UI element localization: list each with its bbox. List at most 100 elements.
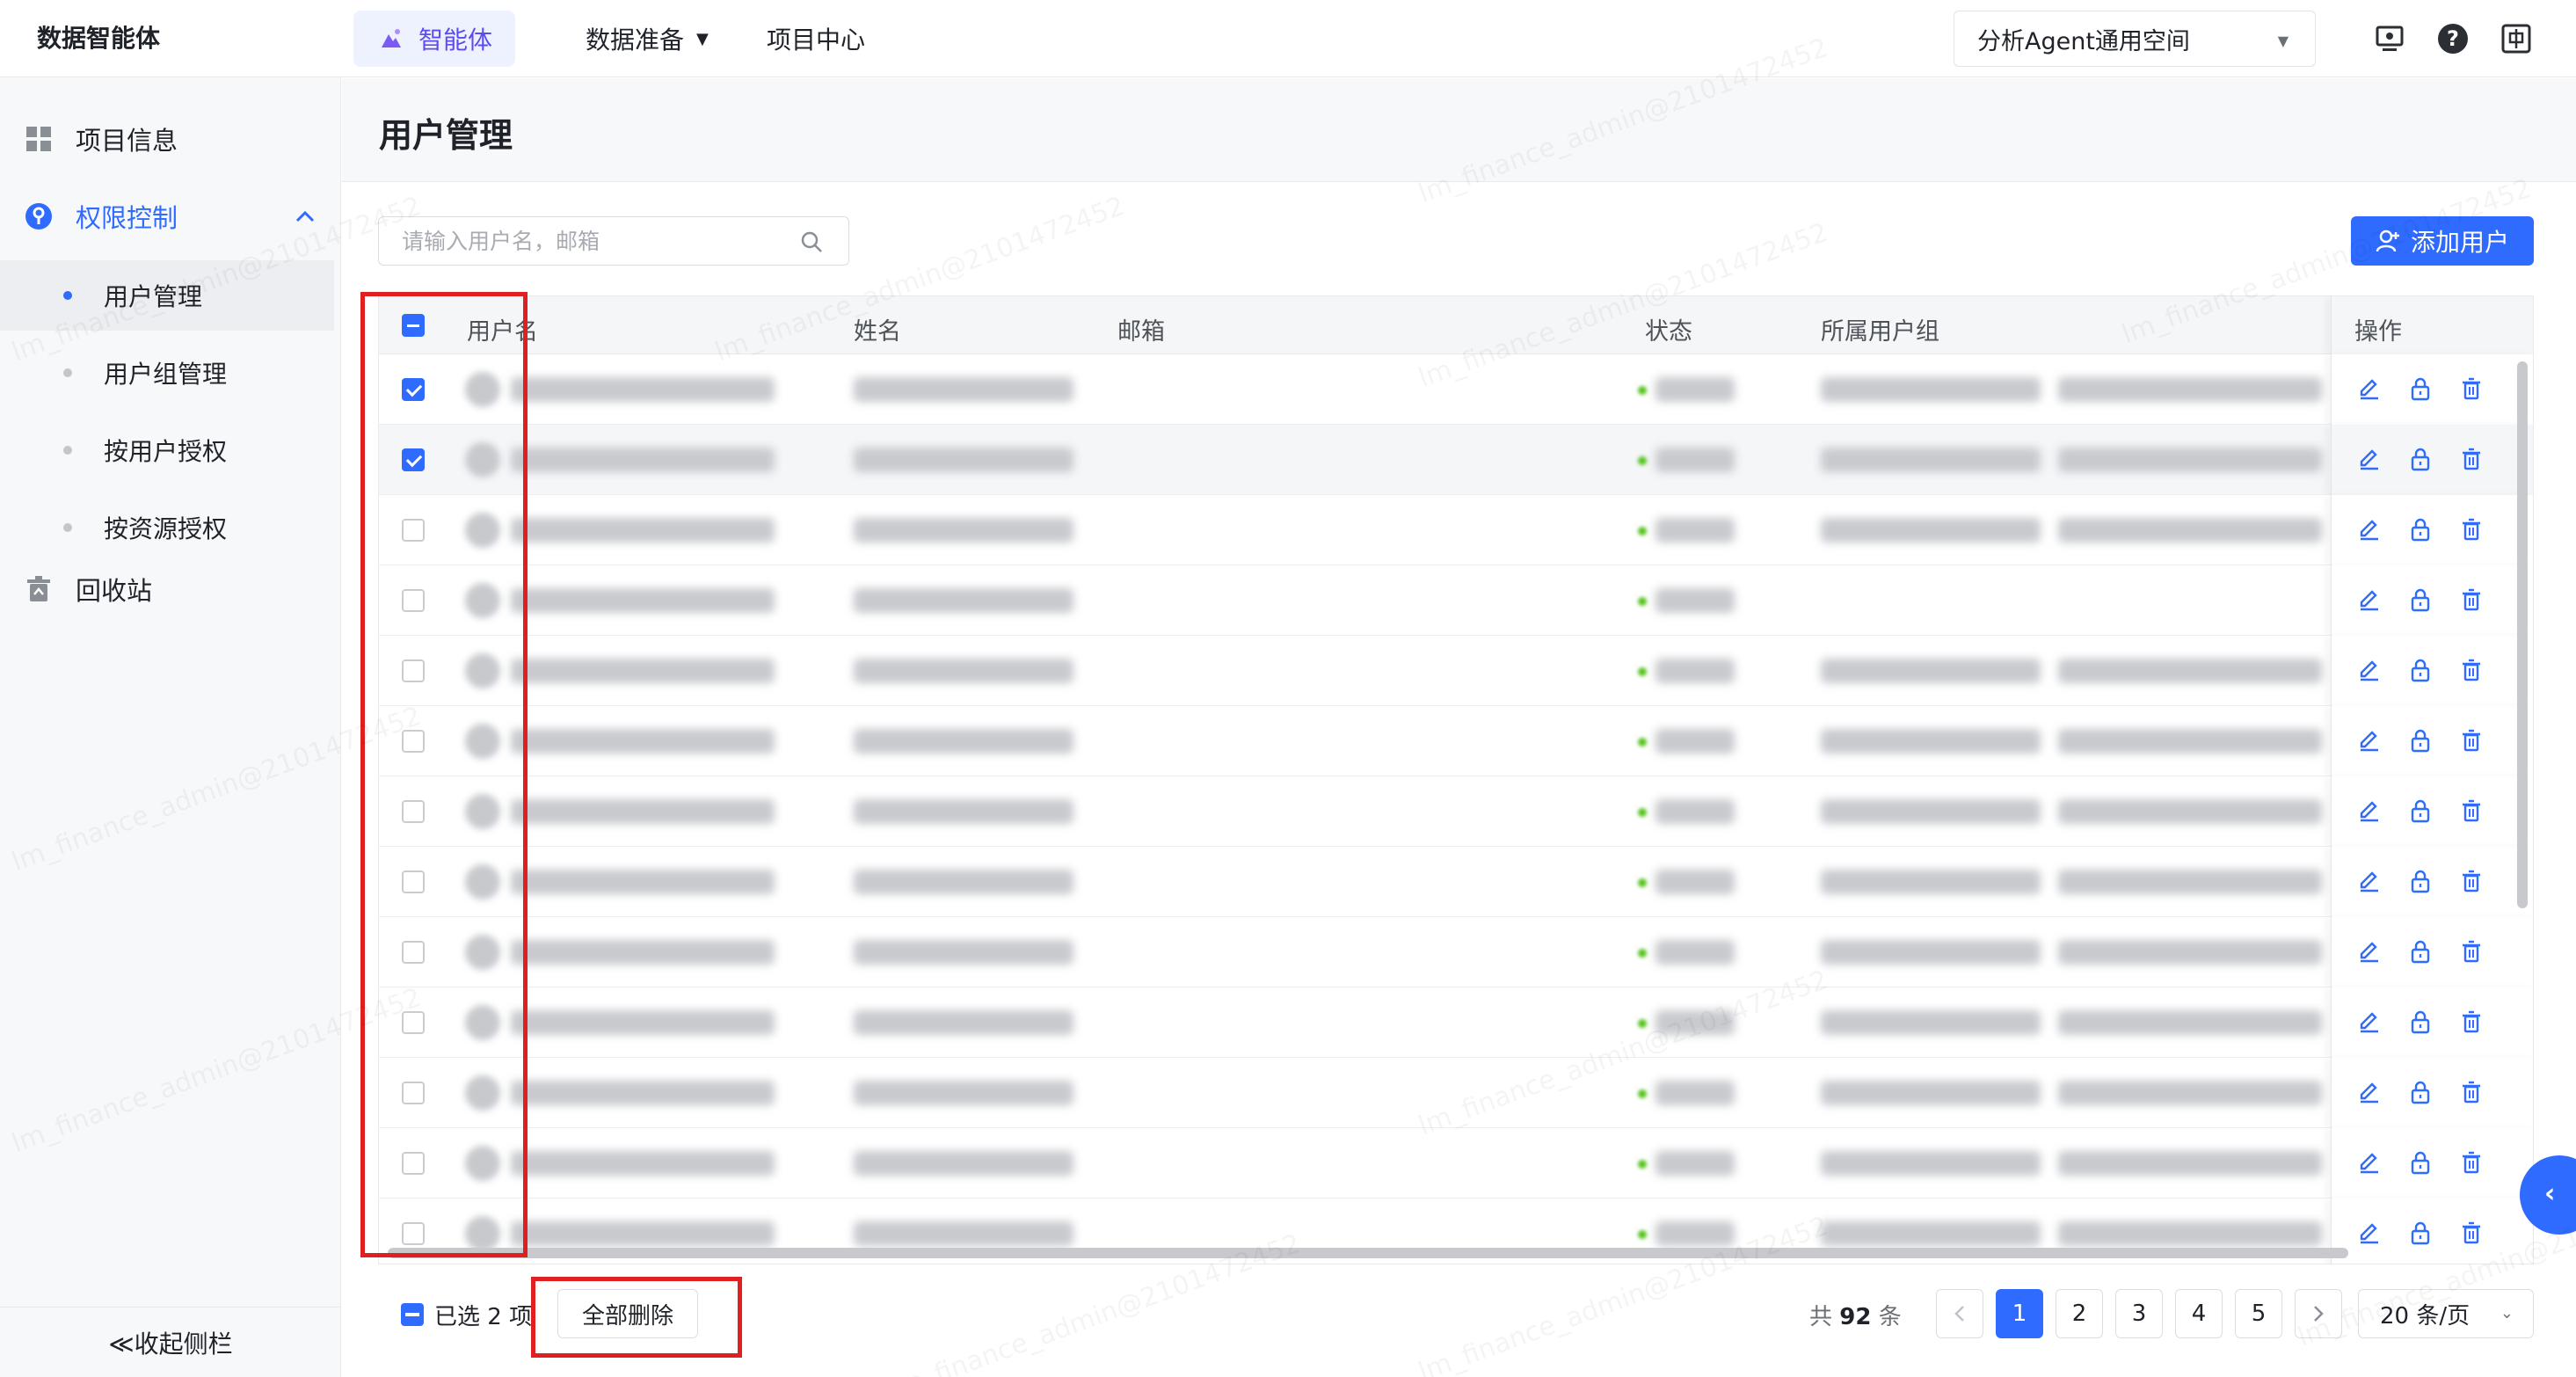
select-all-checkbox[interactable] <box>402 314 425 337</box>
delete-icon[interactable] <box>2458 1079 2485 1105</box>
lock-icon[interactable] <box>2407 798 2434 824</box>
row-checkbox[interactable] <box>402 659 425 682</box>
delete-icon[interactable] <box>2458 586 2485 613</box>
nav-data-prep[interactable]: 数据准备 ▼ <box>586 11 709 67</box>
delete-icon[interactable] <box>2458 375 2485 402</box>
sidebar-item-grant-by-user[interactable]: 按用户授权 <box>0 415 334 485</box>
table-row[interactable] <box>379 847 2533 917</box>
row-checkbox[interactable] <box>402 1152 425 1175</box>
table-row[interactable] <box>379 1128 2533 1198</box>
edit-icon[interactable] <box>2356 938 2383 965</box>
edit-icon[interactable] <box>2356 727 2383 754</box>
search-input[interactable] <box>379 217 792 265</box>
table-row[interactable] <box>379 636 2533 706</box>
row-checkbox[interactable] <box>402 800 425 823</box>
sidebar-item-project-info[interactable]: 项目信息 <box>0 107 341 171</box>
edit-icon[interactable] <box>2356 586 2383 613</box>
row-checkbox[interactable] <box>402 519 425 542</box>
delete-icon[interactable] <box>2458 798 2485 824</box>
help-icon[interactable]: ? <box>2435 21 2470 56</box>
vertical-scrollbar[interactable] <box>2517 361 2528 908</box>
table-row[interactable] <box>379 1058 2533 1128</box>
edit-icon[interactable] <box>2356 1149 2383 1176</box>
lock-icon[interactable] <box>2407 375 2434 402</box>
blurred-group <box>1821 1010 2041 1035</box>
table-row[interactable] <box>379 987 2533 1058</box>
edit-icon[interactable] <box>2356 868 2383 894</box>
table-row[interactable] <box>379 565 2533 636</box>
delete-icon[interactable] <box>2458 938 2485 965</box>
lock-icon[interactable] <box>2407 1079 2434 1105</box>
workspace-select[interactable]: 分析Agent通用空间 ▼ <box>1954 11 2316 67</box>
page-button-5[interactable]: 5 <box>2235 1289 2282 1338</box>
sidebar-item-recycle-bin[interactable]: 回收站 <box>0 557 341 621</box>
lock-icon[interactable] <box>2407 727 2434 754</box>
edit-icon[interactable] <box>2356 516 2383 543</box>
status-dot <box>1638 738 1647 747</box>
edit-icon[interactable] <box>2356 1009 2383 1035</box>
delete-icon[interactable] <box>2458 1149 2485 1176</box>
page-button-1[interactable]: 1 <box>1996 1289 2043 1338</box>
delete-icon[interactable] <box>2458 446 2485 472</box>
nav-agent[interactable]: 智能体 <box>353 11 515 67</box>
page-button-4[interactable]: 4 <box>2175 1289 2223 1338</box>
delete-icon[interactable] <box>2458 868 2485 894</box>
blurred-group <box>2058 659 2322 683</box>
row-checkbox[interactable] <box>402 589 425 612</box>
delete-icon[interactable] <box>2458 727 2485 754</box>
add-user-button[interactable]: 添加用户 <box>2351 216 2534 266</box>
lock-icon[interactable] <box>2407 586 2434 613</box>
row-checkbox[interactable] <box>402 1222 425 1245</box>
sidebar-item-permission[interactable]: 权限控制 <box>0 185 341 248</box>
delete-icon[interactable] <box>2458 516 2485 543</box>
next-page-button[interactable] <box>2295 1289 2342 1338</box>
sidebar-item-group-management[interactable]: 用户组管理 <box>0 338 334 408</box>
edit-icon[interactable] <box>2356 657 2383 683</box>
lock-icon[interactable] <box>2407 657 2434 683</box>
row-checkbox[interactable] <box>402 730 425 753</box>
row-checkbox[interactable] <box>402 378 425 401</box>
row-checkbox[interactable] <box>402 1082 425 1104</box>
edit-icon[interactable] <box>2356 375 2383 402</box>
table-row[interactable] <box>379 495 2533 565</box>
lock-icon[interactable] <box>2407 938 2434 965</box>
sidebar-item-grant-by-resource[interactable]: 按资源授权 <box>0 492 334 563</box>
table-row[interactable] <box>379 706 2533 776</box>
avatar <box>465 1005 500 1040</box>
horizontal-scrollbar[interactable] <box>388 1248 2348 1258</box>
lock-icon[interactable] <box>2407 1220 2434 1246</box>
edit-icon[interactable] <box>2356 446 2383 472</box>
language-icon[interactable] <box>2499 21 2534 56</box>
blurred-name <box>854 940 1073 965</box>
delete-icon[interactable] <box>2458 657 2485 683</box>
delete-icon[interactable] <box>2458 1009 2485 1035</box>
sidebar-item-user-management[interactable]: 用户管理 <box>0 260 334 331</box>
prev-page-button[interactable] <box>1936 1289 1983 1338</box>
row-checkbox[interactable] <box>402 941 425 964</box>
footer-select-checkbox[interactable] <box>401 1303 424 1326</box>
edit-icon[interactable] <box>2356 1220 2383 1246</box>
page-size-select[interactable]: 20 条/页 ⌄ <box>2358 1289 2534 1338</box>
table-row[interactable] <box>379 425 2533 495</box>
screen-icon[interactable] <box>2372 21 2407 56</box>
delete-all-button[interactable]: 全部删除 <box>557 1289 698 1338</box>
page-button-3[interactable]: 3 <box>2115 1289 2163 1338</box>
nav-project-center[interactable]: 项目中心 <box>767 11 865 67</box>
lock-icon[interactable] <box>2407 1149 2434 1176</box>
table-row[interactable] <box>379 776 2533 847</box>
page-button-2[interactable]: 2 <box>2056 1289 2103 1338</box>
edit-icon[interactable] <box>2356 1079 2383 1105</box>
table-row[interactable] <box>379 354 2533 425</box>
table-row[interactable] <box>379 917 2533 987</box>
lock-icon[interactable] <box>2407 516 2434 543</box>
lock-icon[interactable] <box>2407 446 2434 472</box>
row-checkbox[interactable] <box>402 448 425 471</box>
row-checkbox[interactable] <box>402 871 425 893</box>
lock-icon[interactable] <box>2407 1009 2434 1035</box>
collapse-sidebar-button[interactable]: ≪收起侧栏 <box>0 1307 341 1377</box>
edit-icon[interactable] <box>2356 798 2383 824</box>
row-checkbox[interactable] <box>402 1011 425 1034</box>
search-icon[interactable] <box>799 230 824 254</box>
delete-icon[interactable] <box>2458 1220 2485 1246</box>
lock-icon[interactable] <box>2407 868 2434 894</box>
